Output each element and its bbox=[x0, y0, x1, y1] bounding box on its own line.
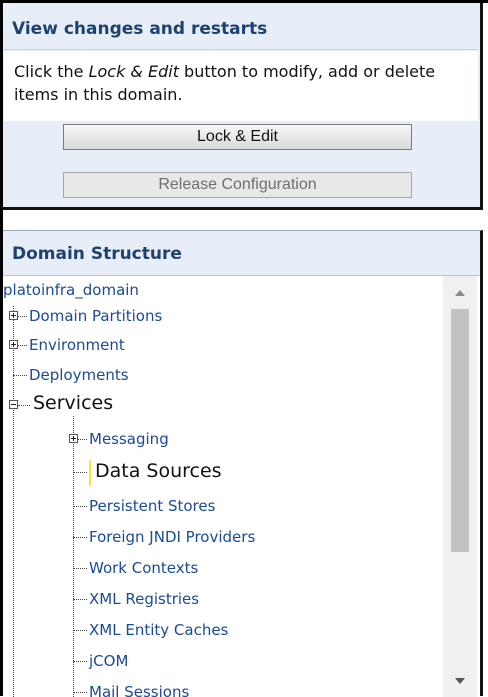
change-center-description: Click the Lock & Edit button to modify, … bbox=[14, 60, 474, 106]
minus-expander-icon[interactable] bbox=[9, 400, 18, 409]
tree-item-environment[interactable]: Environment bbox=[29, 336, 125, 354]
tree-item-persistent-stores[interactable]: Persistent Stores bbox=[89, 497, 215, 515]
tree-connector bbox=[73, 472, 87, 473]
plus-expander-icon[interactable] bbox=[9, 311, 18, 320]
tree-connector bbox=[73, 537, 87, 538]
tree-item-services[interactable]: Services bbox=[33, 392, 113, 414]
tree-root-domain[interactable]: platoinfra_domain bbox=[3, 281, 139, 299]
tree-item-work-contexts[interactable]: Work Contexts bbox=[89, 559, 198, 577]
hover-highlight bbox=[89, 460, 91, 486]
tree-item-mail-sessions[interactable]: Mail Sessions bbox=[89, 683, 189, 697]
domain-structure-panel: Domain Structure platoinfra_domain Domai… bbox=[3, 230, 483, 697]
scroll-up-arrow-icon[interactable] bbox=[455, 290, 465, 296]
tree-item-xml-registries[interactable]: XML Registries bbox=[89, 590, 199, 608]
description-prefix: Click the bbox=[14, 62, 89, 81]
release-configuration-button[interactable]: Release Configuration bbox=[63, 172, 412, 198]
description-emphasis: Lock & Edit bbox=[88, 62, 179, 81]
change-center-title: View changes and restarts bbox=[12, 19, 268, 39]
tree-scrollbar[interactable] bbox=[443, 276, 477, 697]
title-divider bbox=[4, 49, 478, 50]
plus-expander-icon[interactable] bbox=[9, 340, 18, 349]
tree-item-foreign-jndi-providers[interactable]: Foreign JNDI Providers bbox=[89, 528, 255, 546]
tree-connector bbox=[73, 568, 87, 569]
change-center-description-box: Click the Lock & Edit button to modify, … bbox=[4, 51, 478, 121]
tree-connector bbox=[18, 345, 27, 346]
domain-structure-title: Domain Structure bbox=[12, 244, 182, 264]
tree-item-messaging[interactable]: Messaging bbox=[89, 430, 169, 448]
tree-item-jcom[interactable]: jCOM bbox=[89, 652, 128, 670]
scroll-down-arrow-icon[interactable] bbox=[455, 678, 465, 684]
change-center-panel: View changes and restarts Click the Lock… bbox=[3, 3, 483, 210]
domain-structure-header: Domain Structure bbox=[3, 231, 480, 276]
domain-tree: platoinfra_domain Domain Partitions Envi… bbox=[3, 276, 440, 697]
tree-connector bbox=[73, 630, 87, 631]
scrollbar-thumb[interactable] bbox=[451, 309, 469, 552]
tree-connector bbox=[73, 506, 87, 507]
tree-item-domain-partitions[interactable]: Domain Partitions bbox=[29, 307, 162, 325]
tree-connector bbox=[73, 692, 87, 693]
tree-guide-level1 bbox=[13, 306, 14, 697]
tree-guide-level2 bbox=[73, 416, 74, 697]
tree-item-xml-entity-caches[interactable]: XML Entity Caches bbox=[89, 621, 228, 639]
tree-connector bbox=[13, 375, 27, 376]
tree-item-data-sources[interactable]: Data Sources bbox=[95, 460, 222, 482]
lock-edit-button[interactable]: Lock & Edit bbox=[63, 124, 412, 150]
tree-connector bbox=[73, 599, 87, 600]
tree-connector bbox=[18, 405, 30, 406]
tree-item-deployments[interactable]: Deployments bbox=[29, 366, 129, 384]
plus-expander-icon[interactable] bbox=[69, 434, 78, 443]
tree-connector bbox=[78, 439, 87, 440]
tree-connector bbox=[73, 661, 87, 662]
tree-connector bbox=[18, 316, 27, 317]
